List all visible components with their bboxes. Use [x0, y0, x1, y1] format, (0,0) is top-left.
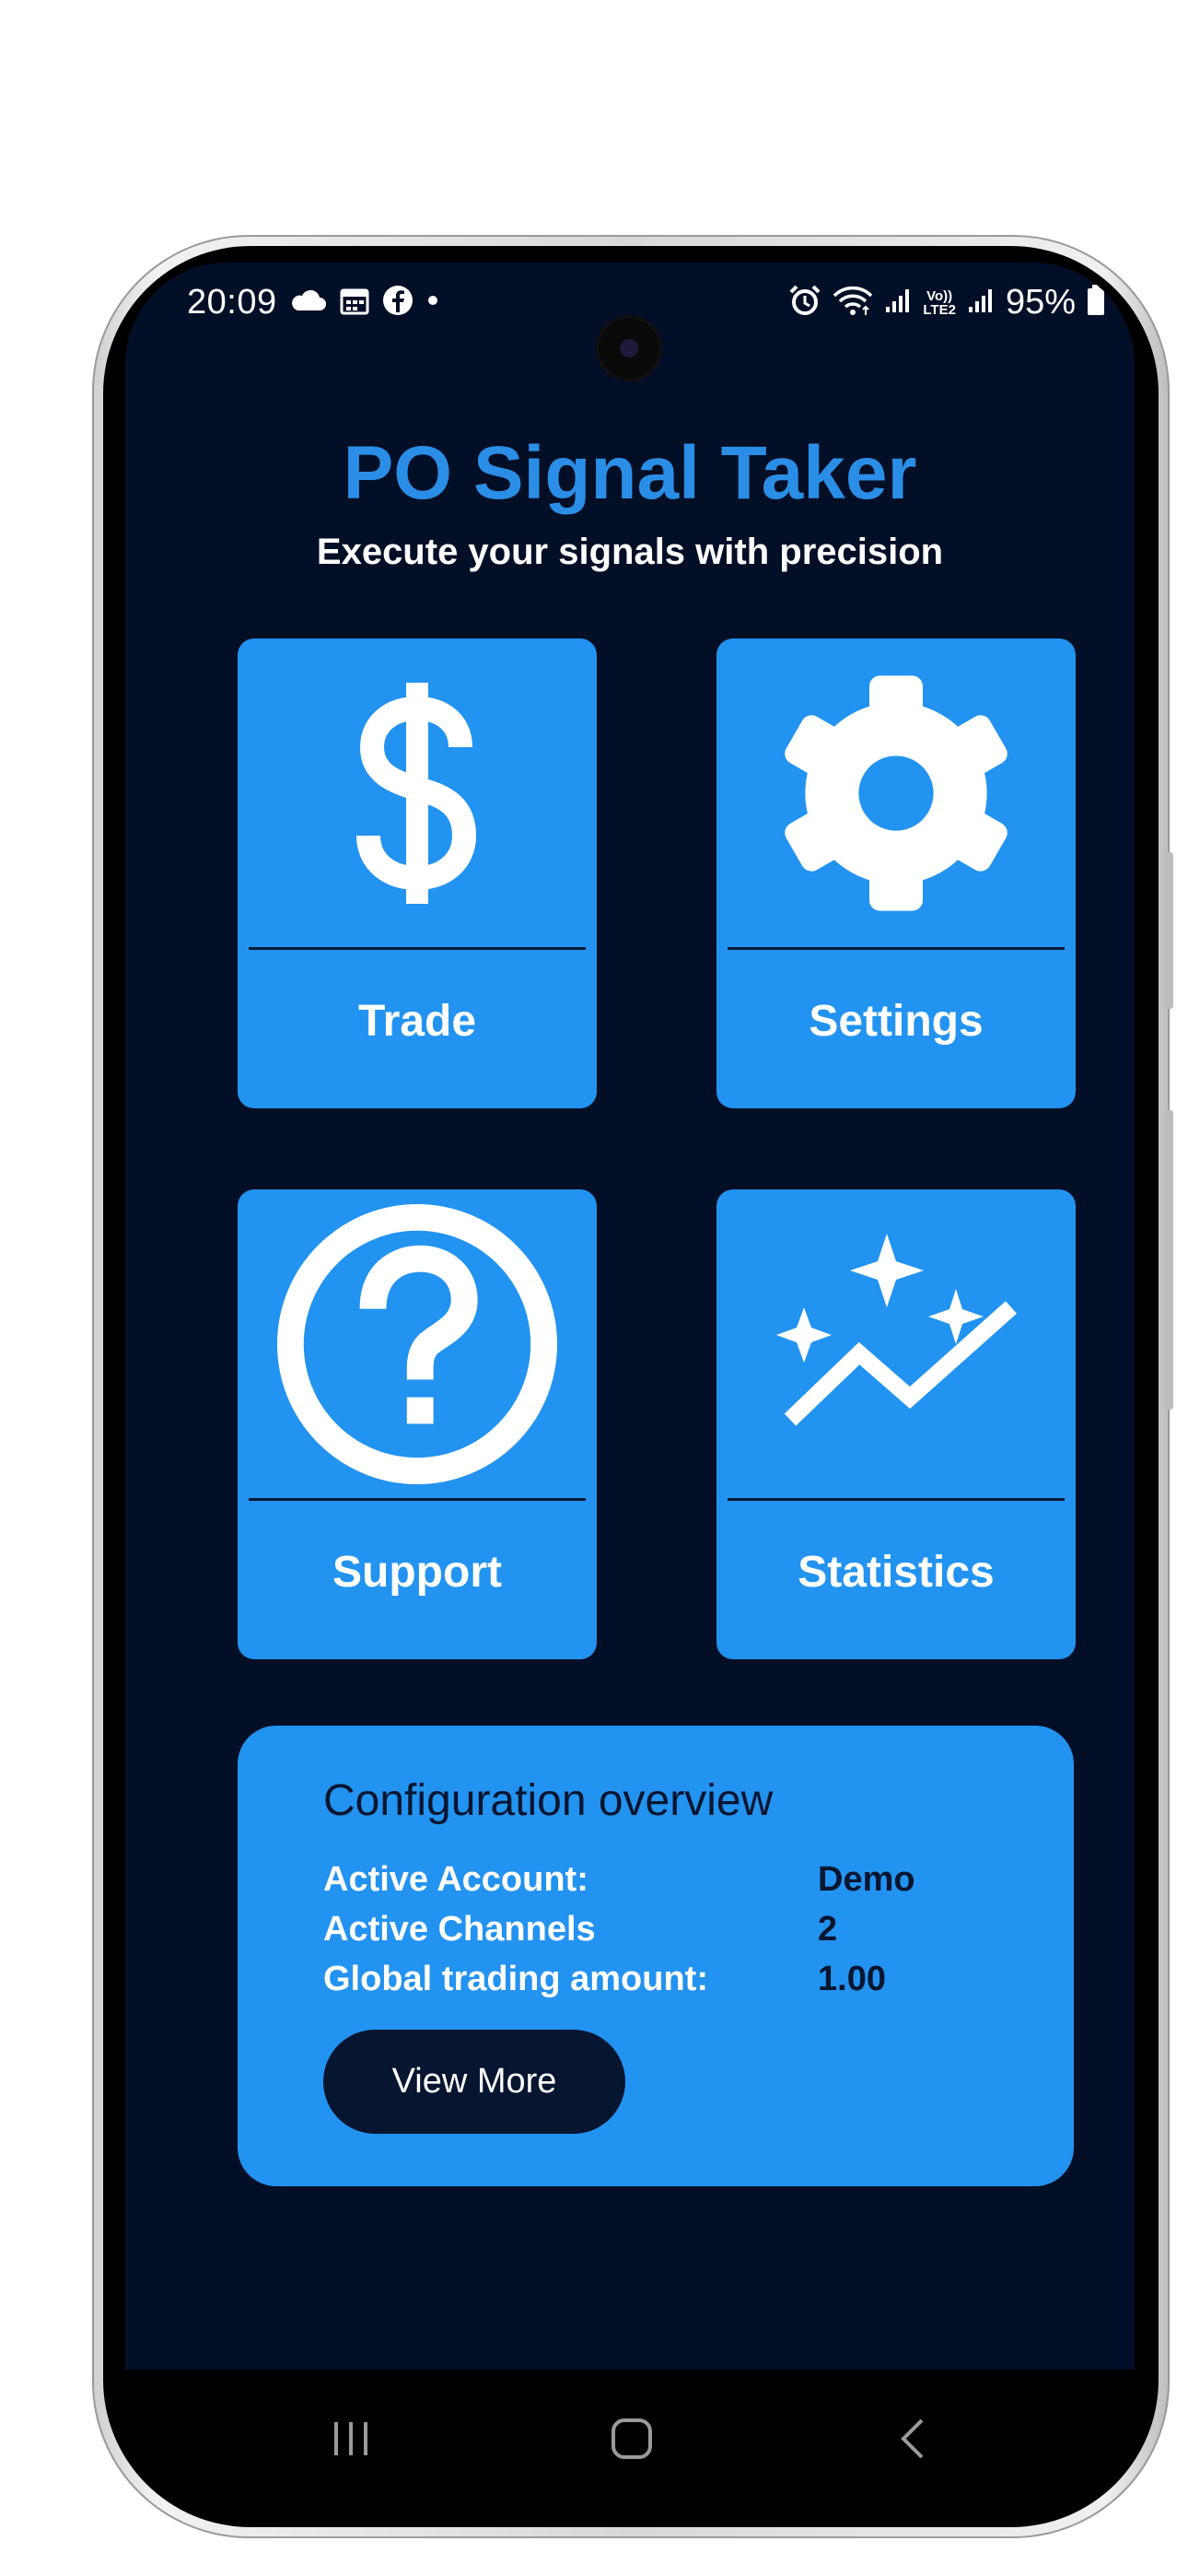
config-row-channels: Active Channels 2 — [323, 1910, 1060, 1956]
config-key: Active Channels — [323, 1910, 596, 1949]
trade-icon-area — [238, 638, 597, 952]
volume-button — [1164, 852, 1173, 1009]
page-title: PO Signal Taker — [343, 431, 917, 515]
settings-icon-area — [716, 638, 1076, 952]
back-icon[interactable] — [848, 2397, 977, 2480]
statistics-icon-area — [716, 1189, 1076, 1503]
view-more-button[interactable]: View More — [323, 2030, 625, 2134]
signal-icon-2 — [967, 287, 995, 319]
volte-icon: Vo)) LTE2 — [923, 287, 956, 318]
calendar-icon — [340, 286, 369, 320]
trade-tile[interactable]: Trade — [238, 638, 597, 1108]
settings-tile[interactable]: Settings — [716, 638, 1076, 1108]
config-row-amount: Global trading amount: 1.00 — [323, 1960, 1060, 2006]
config-value: 2 — [818, 1910, 838, 1949]
question-circle-icon — [270, 1197, 565, 1496]
statistics-tile[interactable]: Statistics — [716, 1189, 1076, 1659]
tile-divider — [728, 947, 1065, 950]
tile-divider — [249, 1498, 586, 1501]
config-key: Global trading amount: — [323, 1960, 708, 1998]
battery-icon — [1087, 285, 1105, 321]
navigation-bar — [125, 2370, 1135, 2511]
wifi-icon — [833, 285, 873, 321]
cloud-icon — [290, 288, 327, 317]
alarm-icon — [788, 285, 821, 321]
config-value: 1.00 — [818, 1960, 886, 1998]
facebook-icon — [382, 285, 413, 321]
config-title: Configuration overview — [323, 1776, 774, 1825]
support-tile[interactable]: Support — [238, 1189, 597, 1659]
trade-label: Trade — [357, 997, 477, 1046]
tile-divider — [249, 947, 586, 950]
tile-divider — [728, 1498, 1065, 1501]
config-value: Demo — [818, 1860, 915, 1899]
support-label: Support — [332, 1548, 502, 1597]
recent-apps-icon[interactable] — [286, 2397, 415, 2480]
config-row-account: Active Account: Demo — [323, 1860, 1060, 1906]
power-button — [1164, 1110, 1173, 1410]
signal-icon — [884, 287, 912, 319]
settings-label: Settings — [809, 997, 984, 1046]
status-left: 20:09 — [187, 283, 439, 322]
page-subtitle: Execute your signals with precision — [316, 532, 944, 572]
support-icon-area — [238, 1189, 597, 1503]
home-icon[interactable] — [567, 2397, 696, 2480]
status-time: 20:09 — [187, 283, 277, 322]
config-key: Active Account: — [323, 1860, 588, 1899]
battery-percent: 95% — [1005, 283, 1076, 322]
dot-icon — [426, 294, 439, 311]
status-right: Vo)) LTE2 95% — [788, 283, 1105, 322]
statistics-label: Statistics — [798, 1548, 995, 1597]
app-screen: 20:09 Vo)) LTE2 95% PO Signal Taker Exec… — [125, 263, 1135, 2511]
dollar-icon — [348, 682, 486, 908]
sparkle-chart-icon — [758, 1215, 1034, 1478]
front-camera — [599, 318, 659, 379]
gear-icon — [763, 660, 1030, 931]
configuration-overview-card: Configuration overview Active Account: D… — [238, 1726, 1074, 2186]
